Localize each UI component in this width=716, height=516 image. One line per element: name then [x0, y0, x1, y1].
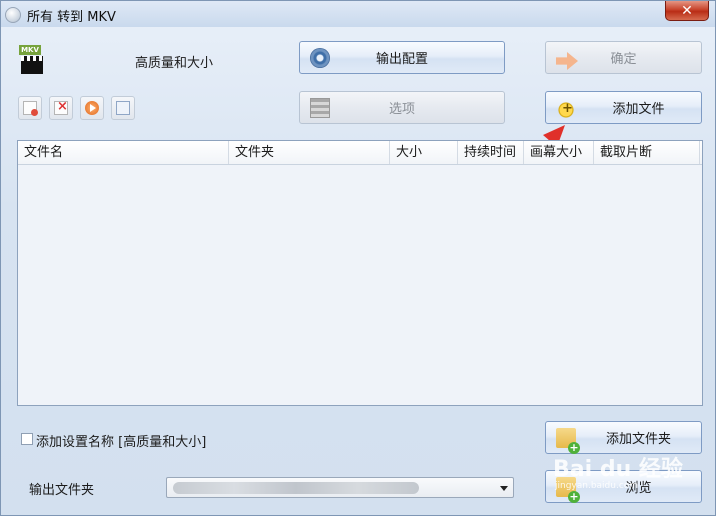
add-file-label: 添加文件: [612, 102, 665, 117]
add-folder-icon: [556, 427, 580, 454]
output-config-label: 输出配置: [375, 52, 428, 67]
preset-label: 高质量和大小: [135, 56, 214, 71]
browse-label: 浏览: [625, 481, 652, 496]
add-file-icon: [556, 97, 576, 118]
remove-tool[interactable]: [49, 96, 73, 120]
play-icon: [85, 101, 99, 115]
add-preset-name-checkbox[interactable]: [21, 433, 33, 445]
add-preset-name-label: 添加设置名称 [高质量和大小]: [36, 435, 207, 450]
document-icon: [23, 101, 38, 116]
info-tool[interactable]: [111, 96, 135, 120]
ok-button[interactable]: 确定: [545, 41, 702, 74]
folder-icon: [556, 476, 580, 503]
add-file-button[interactable]: 添加文件: [545, 91, 702, 124]
table-header: 文件名 文件夹 大小 持续时间 画幕大小 截取片断: [18, 141, 702, 165]
new-task-tool[interactable]: [18, 96, 42, 120]
output-folder-value: [173, 482, 419, 494]
gear-icon: [310, 47, 330, 68]
column-frame-size[interactable]: 画幕大小: [524, 141, 594, 164]
app-icon: [5, 7, 21, 23]
output-folder-select[interactable]: [166, 477, 514, 498]
options-button[interactable]: 选项: [299, 91, 505, 124]
window-title: 所有 转到 MKV: [27, 10, 116, 25]
options-label: 选项: [388, 102, 415, 117]
column-folder[interactable]: 文件夹: [229, 141, 390, 164]
info-card-icon: [116, 101, 130, 115]
main-window: 所有 转到 MKV ✕ MKV 高质量和大小 输出配置 确定 选项 添加文件: [0, 0, 716, 516]
close-button[interactable]: ✕: [665, 1, 709, 21]
output-config-button[interactable]: 输出配置: [299, 41, 505, 74]
mkv-format-icon: MKV: [19, 45, 45, 75]
browse-button[interactable]: 浏览: [545, 470, 702, 503]
add-folder-label: 添加文件夹: [605, 432, 671, 447]
arrow-right-icon: [556, 52, 578, 70]
film-icon: [310, 97, 330, 118]
output-folder-label: 输出文件夹: [29, 483, 95, 498]
file-table[interactable]: 文件名 文件夹 大小 持续时间 画幕大小 截取片断: [17, 140, 703, 406]
ok-label: 确定: [610, 52, 637, 67]
column-duration[interactable]: 持续时间: [458, 141, 524, 164]
column-filename[interactable]: 文件名: [18, 141, 229, 164]
column-size[interactable]: 大小: [390, 141, 458, 164]
play-tool[interactable]: [80, 96, 104, 120]
chevron-down-icon: [500, 486, 508, 491]
delete-icon: [54, 99, 68, 115]
add-folder-button[interactable]: 添加文件夹: [545, 421, 702, 454]
title-bar: 所有 转到 MKV ✕: [1, 1, 715, 27]
column-clip[interactable]: 截取片断: [594, 141, 700, 164]
